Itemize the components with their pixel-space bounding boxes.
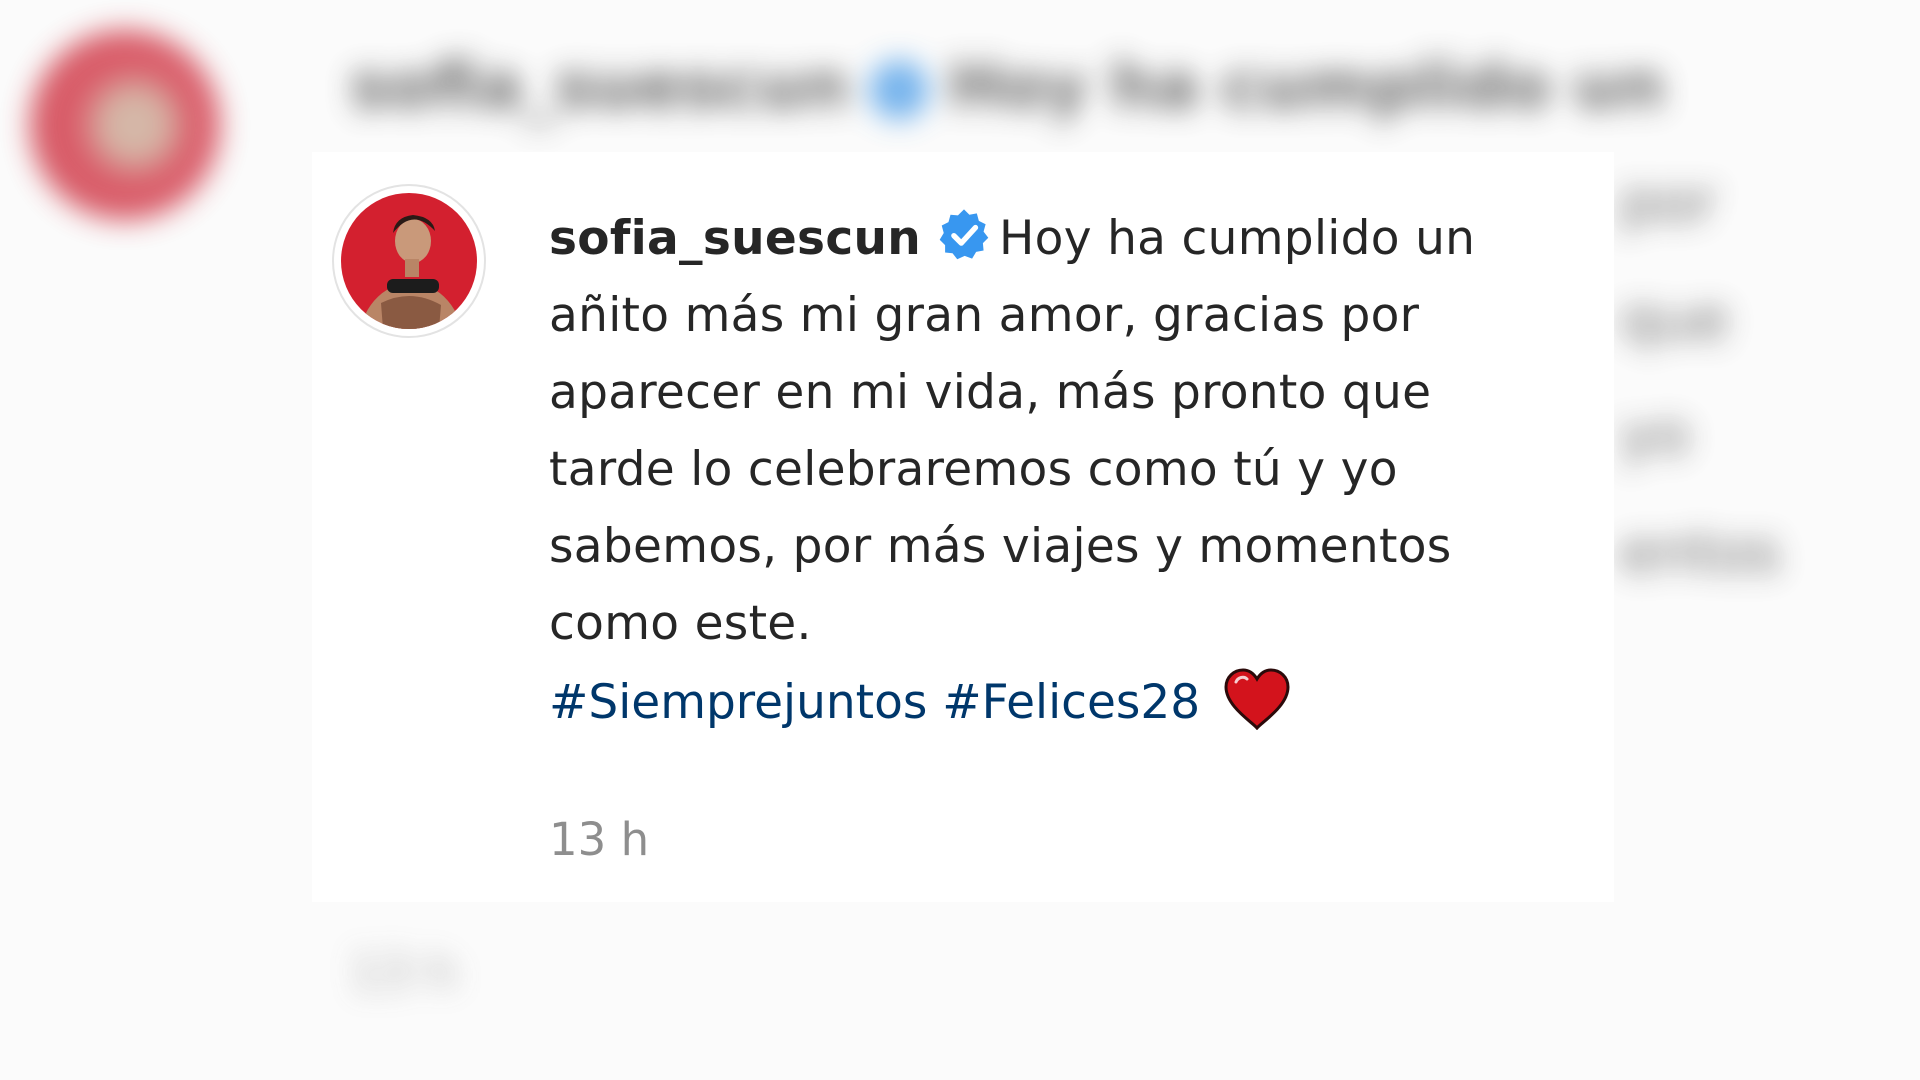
screenshot-stage: sofia_suescun Hoy ha cumplido un por que … [0, 0, 1920, 1080]
caption-line: aparecer en mi vida, más pronto que [549, 365, 1432, 420]
background-side-text: por [1620, 168, 1717, 236]
timestamp[interactable]: 13 h [549, 813, 1589, 866]
username-link[interactable]: sofia_suescun [549, 211, 921, 266]
background-caption-line: sofia_suescun Hoy ha cumplido un [350, 50, 1665, 124]
hashtag-row: #Siemprejuntos #Felices28 [549, 664, 1589, 741]
profile-photo [341, 193, 477, 329]
caption-line: Hoy ha cumplido un [999, 211, 1476, 266]
caption-line: tarde lo celebraremos como tú y yo [549, 442, 1398, 497]
caption-line: añito más mi gran amor, gracias por [549, 288, 1420, 343]
caption-line: como este. [549, 596, 812, 651]
hashtag-link[interactable]: #Felices28 [942, 675, 1200, 730]
background-side-text: yo [1620, 400, 1690, 468]
hashtag-link[interactable]: #Siemprejuntos [549, 675, 927, 730]
avatar[interactable] [332, 184, 486, 338]
background-timestamp: 13 h [350, 945, 457, 1001]
heart-icon [1224, 668, 1290, 730]
verified-badge-icon [939, 209, 989, 260]
comment-card: sofia_suescun Hoy ha cumplido un añito m… [312, 152, 1614, 902]
background-side-text: que [1620, 285, 1730, 353]
background-side-text: entos [1620, 518, 1781, 586]
caption: sofia_suescun Hoy ha cumplido un añito m… [549, 200, 1589, 662]
background-avatar [30, 30, 220, 220]
caption-line: sabemos, por más viajes y momentos [549, 519, 1452, 574]
comment-content: sofia_suescun Hoy ha cumplido un añito m… [549, 200, 1589, 866]
